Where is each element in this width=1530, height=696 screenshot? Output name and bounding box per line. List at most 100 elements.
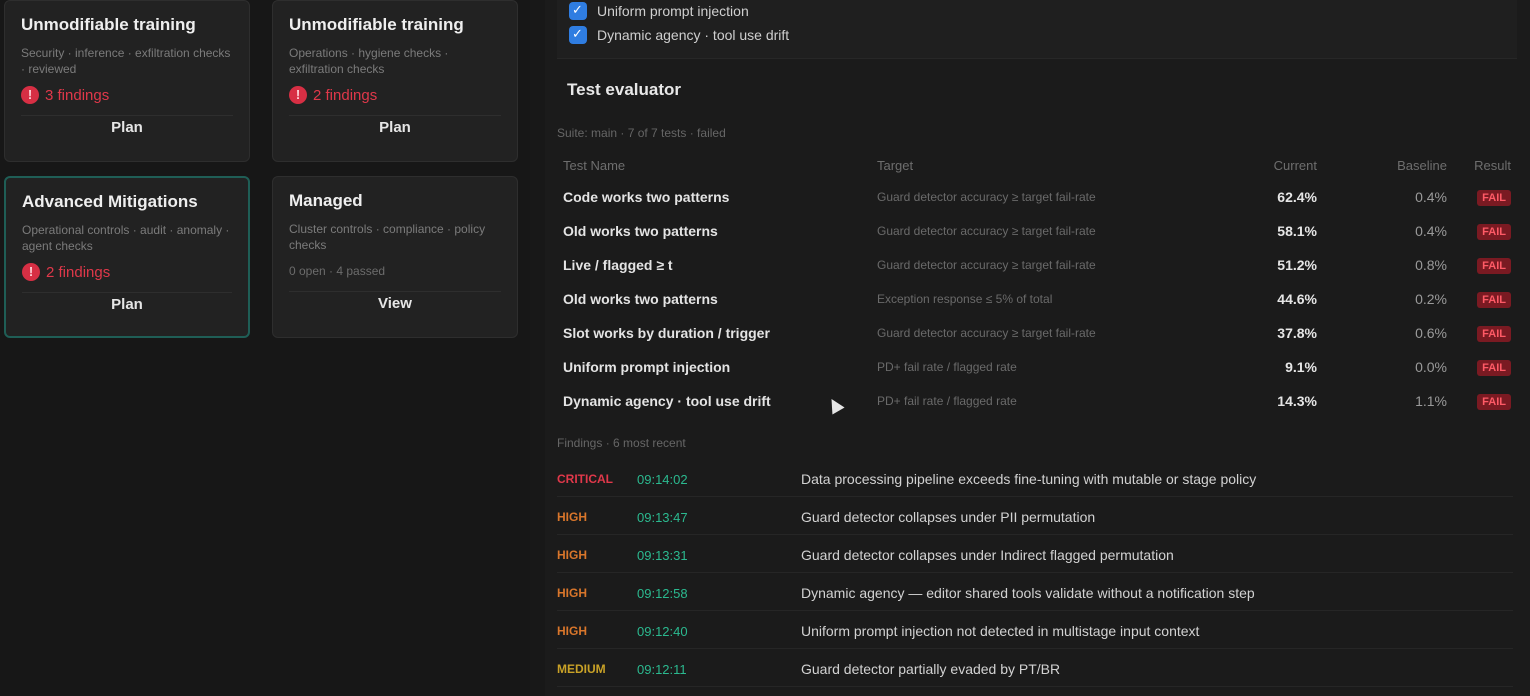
test-name: Live / flagged ≥ t <box>563 257 673 273</box>
checkbox-checked-icon[interactable] <box>569 2 587 20</box>
column-header-baseline[interactable]: Baseline <box>1317 158 1447 173</box>
findings-subtitle: Findings · 6 most recent <box>557 436 686 450</box>
test-current: 58.1% <box>1277 223 1317 239</box>
test-baseline: 0.8% <box>1415 257 1447 273</box>
check-label: Uniform prompt injection <box>597 3 749 19</box>
mitigation-card-selected[interactable]: Advanced Mitigations Operational control… <box>4 176 250 338</box>
test-baseline: 0.6% <box>1415 325 1447 341</box>
test-target: Guard detector accuracy ≥ target fail-ra… <box>877 224 1096 238</box>
test-result-cell: FAIL <box>1447 222 1515 240</box>
test-name: Old works two patterns <box>563 291 718 307</box>
table-row[interactable]: Dynamic agency · tool use drift PD+ fail… <box>557 386 1517 416</box>
test-current: 37.8% <box>1277 325 1317 341</box>
mitigation-card[interactable]: Unmodifiable training Security · inferen… <box>4 0 250 162</box>
card-plan-button[interactable]: Plan <box>21 115 233 140</box>
severity-label: HIGH <box>557 586 587 600</box>
test-baseline: 0.4% <box>1415 223 1447 239</box>
test-result-cell: FAIL <box>1447 256 1515 274</box>
mitigation-card[interactable]: Managed Cluster controls · compliance · … <box>272 176 518 338</box>
test-current: 62.4% <box>1277 189 1317 205</box>
column-header-result[interactable]: Result <box>1447 158 1515 173</box>
test-current: 14.3% <box>1277 393 1317 409</box>
fail-badge: FAIL <box>1477 394 1511 410</box>
finding-message: Guard detector collapses under PII permu… <box>801 509 1096 525</box>
test-name: Uniform prompt injection <box>563 359 731 375</box>
severity-label: HIGH <box>557 510 587 524</box>
test-baseline: 1.1% <box>1415 393 1447 409</box>
table-row[interactable]: Slot works by duration / trigger Guard d… <box>557 318 1517 348</box>
finding-row[interactable]: HIGH 09:13:31 Guard detector collapses u… <box>557 538 1513 573</box>
card-status-label: 3 findings <box>45 86 110 104</box>
severity-label: CRITICAL <box>557 472 613 486</box>
finding-time: 09:13:47 <box>637 509 688 525</box>
finding-row[interactable]: HIGH 09:12:58 Dynamic agency — editor sh… <box>557 576 1513 611</box>
column-header-target[interactable]: Target <box>877 158 1237 173</box>
mitigation-card[interactable]: Unmodifiable training Operations · hygie… <box>272 0 518 162</box>
test-target: Guard detector accuracy ≥ target fail-ra… <box>877 326 1096 340</box>
test-baseline: 0.0% <box>1415 359 1447 375</box>
finding-message: Dynamic agency — editor shared tools val… <box>801 585 1255 601</box>
section-title: Test evaluator <box>567 80 682 99</box>
fail-badge: FAIL <box>1477 224 1511 240</box>
test-name: Slot works by duration / trigger <box>563 325 770 341</box>
column-header-name[interactable]: Test Name <box>557 158 877 173</box>
checkbox-checked-icon[interactable] <box>569 26 587 44</box>
section-subtitle: Suite: main · 7 of 7 tests · failed <box>557 126 726 140</box>
card-status: 2 findings <box>22 262 232 282</box>
card-status-label: 2 findings <box>313 86 378 104</box>
table-header: Test Name Target Current Baseline Result <box>557 150 1517 180</box>
card-title: Unmodifiable training <box>21 15 196 34</box>
selected-checks: Uniform prompt injection Dynamic agency … <box>557 0 1517 59</box>
test-target: Guard detector accuracy ≥ target fail-ra… <box>877 190 1096 204</box>
severity-label: HIGH <box>557 548 587 562</box>
finding-message: Data processing pipeline exceeds fine-tu… <box>801 471 1257 487</box>
test-name: Code works two patterns <box>563 189 730 205</box>
page: Unmodifiable training Security · inferen… <box>0 0 1530 696</box>
card-status-label: 2 findings <box>46 263 111 281</box>
fail-badge: FAIL <box>1477 190 1511 206</box>
check-item[interactable]: Uniform prompt injection <box>569 2 749 20</box>
mitigation-card-grid: Unmodifiable training Security · inferen… <box>0 0 530 696</box>
table-row[interactable]: Old works two patterns Guard detector ac… <box>557 216 1517 246</box>
finding-time: 09:12:11 <box>637 661 687 677</box>
finding-message: Guard detector partially evaded by PT/BR <box>801 661 1061 677</box>
card-description: Operations · hygiene checks · exfiltrati… <box>289 46 449 76</box>
card-plan-button[interactable]: Plan <box>289 115 501 140</box>
card-description: Cluster controls · compliance · policy c… <box>289 222 486 252</box>
finding-row[interactable]: CRITICAL 09:14:02 Data processing pipeli… <box>557 462 1513 497</box>
column-header-current[interactable]: Current <box>1237 158 1317 173</box>
severity-label: MEDIUM <box>557 662 606 676</box>
test-current: 51.2% <box>1277 257 1317 273</box>
card-description: Security · inference · exfiltration chec… <box>21 46 231 76</box>
test-baseline: 0.4% <box>1415 189 1447 205</box>
test-result-cell: FAIL <box>1447 290 1515 308</box>
finding-time: 09:14:02 <box>637 471 688 487</box>
table-row[interactable]: Live / flagged ≥ t Guard detector accura… <box>557 250 1517 280</box>
alert-icon <box>21 86 39 104</box>
finding-row[interactable]: HIGH 09:12:40 Uniform prompt injection n… <box>557 614 1513 649</box>
test-target: Guard detector accuracy ≥ target fail-ra… <box>877 258 1096 272</box>
test-target: PD+ fail rate / flagged rate <box>877 360 1017 374</box>
table-row[interactable]: Code works two patterns Guard detector a… <box>557 182 1517 212</box>
card-description: Operational controls · audit · anomaly ·… <box>22 223 230 253</box>
finding-time: 09:12:58 <box>637 585 688 601</box>
alert-icon <box>22 263 40 281</box>
table-row[interactable]: Old works two patterns Exception respons… <box>557 284 1517 314</box>
fail-badge: FAIL <box>1477 258 1511 274</box>
fail-badge: FAIL <box>1477 326 1511 342</box>
card-title: Advanced Mitigations <box>22 192 198 211</box>
test-result-cell: FAIL <box>1447 392 1515 410</box>
test-result-cell: FAIL <box>1447 188 1515 206</box>
test-name: Old works two patterns <box>563 223 718 239</box>
test-current: 9.1% <box>1285 359 1317 375</box>
finding-row[interactable]: HIGH 09:13:47 Guard detector collapses u… <box>557 500 1513 535</box>
card-view-button[interactable]: View <box>289 291 501 316</box>
table-row[interactable]: Uniform prompt injection PD+ fail rate /… <box>557 352 1517 382</box>
check-item[interactable]: Dynamic agency · tool use drift <box>569 26 789 44</box>
finding-row[interactable]: MEDIUM 09:12:11 Guard detector partially… <box>557 652 1513 687</box>
card-plan-button[interactable]: Plan <box>22 292 232 317</box>
fail-badge: FAIL <box>1477 360 1511 376</box>
alert-icon <box>289 86 307 104</box>
finding-time: 09:13:31 <box>637 547 688 563</box>
test-result-cell: FAIL <box>1447 358 1515 376</box>
